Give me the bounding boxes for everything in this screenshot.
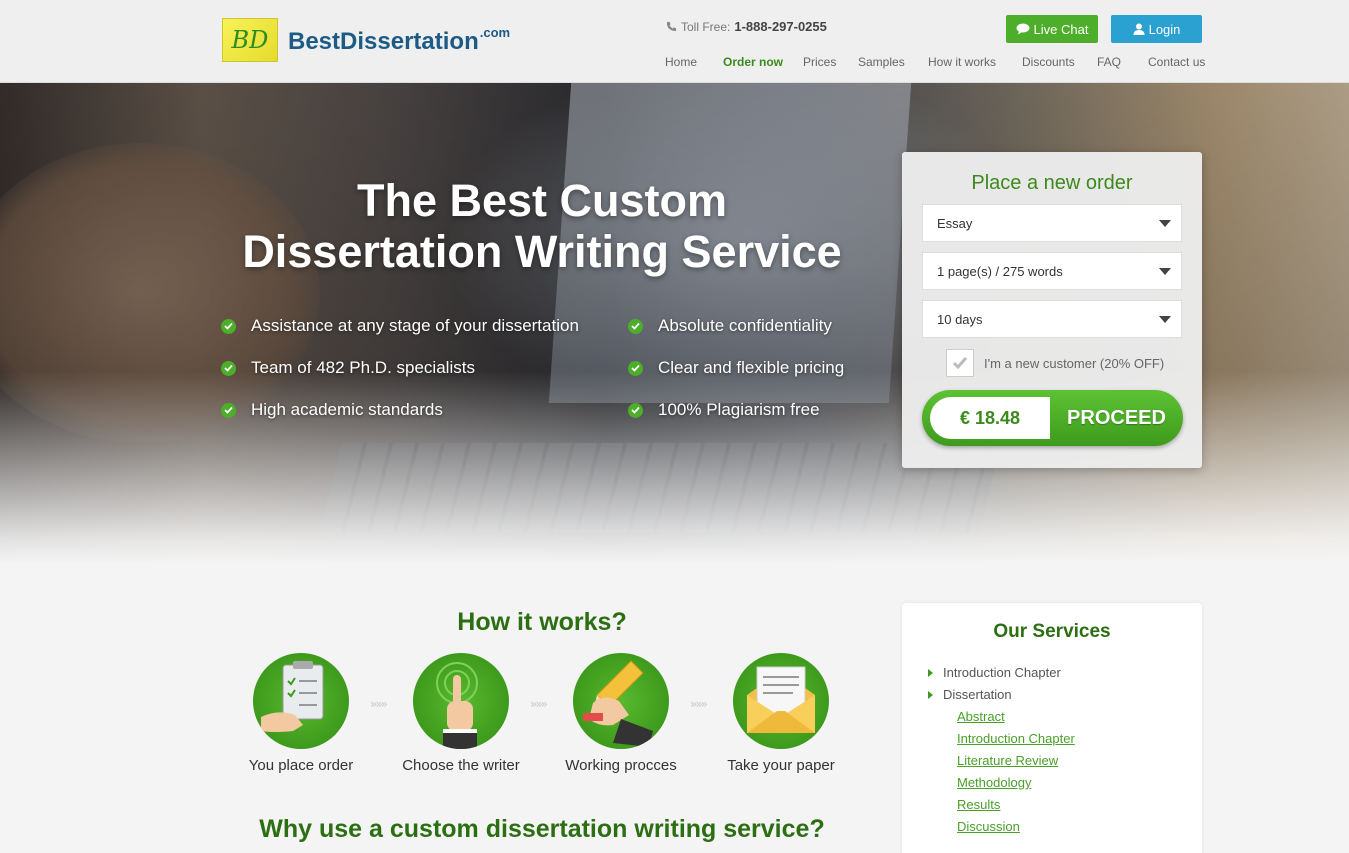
nav-prices[interactable]: Prices <box>803 55 836 69</box>
user-icon <box>1133 23 1145 35</box>
chevron-down-icon <box>1159 220 1171 227</box>
pages-value: 1 page(s) / 275 words <box>937 263 1063 279</box>
service-sublink[interactable]: Methodology <box>957 775 1031 790</box>
feature-text: Team of 482 Ph.D. specialists <box>251 358 475 377</box>
proceed-button[interactable]: € 18.48 PROCEED <box>922 390 1183 446</box>
step-arrow-icon: »»» <box>370 697 388 711</box>
toll-free: Toll Free: 1-888-297-0255 <box>666 19 827 34</box>
check-icon <box>221 318 236 334</box>
service-sublink[interactable]: Discussion <box>957 819 1020 834</box>
feature-item: High academic standards <box>221 400 443 420</box>
why-use-title: Why use a custom dissertation writing se… <box>259 815 825 843</box>
toll-free-label: Toll Free: <box>681 19 731 34</box>
service-sublink[interactable]: Literature Review <box>957 753 1058 768</box>
service-sublink[interactable]: Introduction Chapter <box>957 731 1075 746</box>
order-form-title: Place a new order <box>971 172 1133 194</box>
step-choose-writer: Choose the writer <box>391 653 531 774</box>
service-label: Dissertation <box>943 687 1012 702</box>
login-label: Login <box>1148 21 1181 37</box>
service-label: Introduction Chapter <box>943 665 1061 680</box>
paper-type-select[interactable]: Essay <box>922 204 1182 242</box>
logo-tld: .com <box>479 24 511 40</box>
feature-text: 100% Plagiarism free <box>658 400 820 419</box>
live-chat-label: Live Chat <box>1033 21 1089 37</box>
step-arrow-icon: »»» <box>530 697 548 711</box>
feature-item: 100% Plagiarism free <box>628 400 820 420</box>
deadline-value: 10 days <box>937 311 983 327</box>
feature-item: Absolute confidentiality <box>628 316 832 336</box>
new-customer-label: I'm a new customer (20% OFF) <box>984 355 1165 371</box>
how-it-works-title: How it works? <box>457 608 627 636</box>
check-icon <box>628 318 643 334</box>
feature-text: Assistance at any stage of your disserta… <box>251 316 579 335</box>
nav-how-it-works[interactable]: How it works <box>928 55 996 69</box>
hero-title: The Best Custom Dissertation Writing Ser… <box>200 175 884 277</box>
step-arrow-icon: »»» <box>690 697 708 711</box>
envelope-icon <box>733 653 829 749</box>
chevron-down-icon <box>1159 316 1171 323</box>
feature-list: Assistance at any stage of your disserta… <box>221 316 881 436</box>
step-label: Working procces <box>565 757 677 774</box>
deadline-select[interactable]: 10 days <box>922 300 1182 338</box>
logo-name: BestDissertation.com <box>288 25 510 56</box>
main-nav: Home Order now Prices Samples How it wor… <box>0 55 1349 71</box>
paper-type-value: Essay <box>937 215 973 231</box>
nav-faq[interactable]: FAQ <box>1097 55 1121 69</box>
proceed-label: PROCEED <box>1067 406 1166 429</box>
phone-icon <box>666 21 677 32</box>
login-button[interactable]: Login <box>1111 15 1202 43</box>
step-label: You place order <box>248 757 354 774</box>
our-services-panel: Our Services Introduction Chapter Disser… <box>902 603 1202 853</box>
caret-right-icon <box>928 690 933 699</box>
step-label: Take your paper <box>727 757 835 774</box>
logo-name-text: BestDissertation <box>288 27 479 55</box>
feature-text: Clear and flexible pricing <box>658 358 845 377</box>
service-item[interactable]: Dissertation <box>928 687 1012 702</box>
pencil-hand-icon <box>573 653 669 749</box>
step-label: Choose the writer <box>402 757 520 774</box>
new-customer-checkbox[interactable] <box>946 349 974 377</box>
checkmark-icon <box>952 357 968 370</box>
nav-contact-us[interactable]: Contact us <box>1148 55 1205 69</box>
new-customer-option: I'm a new customer (20% OFF) <box>946 349 1164 377</box>
nav-home[interactable]: Home <box>665 55 697 69</box>
check-icon <box>221 402 236 418</box>
feature-text: Absolute confidentiality <box>658 316 832 335</box>
service-sublink[interactable]: Results <box>957 797 1000 812</box>
toll-free-number[interactable]: 1-888-297-0255 <box>734 19 827 34</box>
check-icon <box>221 360 236 376</box>
pages-select[interactable]: 1 page(s) / 275 words <box>922 252 1182 290</box>
check-icon <box>628 360 643 376</box>
clipboard-icon <box>253 653 349 749</box>
pointing-hand-icon <box>413 653 509 749</box>
caret-right-icon <box>928 668 933 677</box>
feature-item: Team of 482 Ph.D. specialists <box>221 358 475 378</box>
service-item[interactable]: Introduction Chapter <box>928 665 1061 680</box>
nav-order-now[interactable]: Order now <box>723 55 783 69</box>
step-take-paper: Take your paper <box>711 653 851 774</box>
nav-discounts[interactable]: Discounts <box>1022 55 1075 69</box>
feature-item: Clear and flexible pricing <box>628 358 844 378</box>
live-chat-button[interactable]: Live Chat <box>1006 15 1098 43</box>
hero-title-line1: The Best Custom <box>356 175 728 226</box>
step-working-process: Working procces <box>551 653 691 774</box>
check-icon <box>628 402 643 418</box>
feature-text: High academic standards <box>251 400 443 419</box>
chat-bubble-icon <box>1016 23 1030 35</box>
order-form: Place a new order Essay 1 page(s) / 275 … <box>902 152 1202 468</box>
services-title: Our Services <box>993 621 1111 642</box>
step-place-order: You place order <box>231 653 371 774</box>
order-price: € 18.48 <box>930 397 1050 439</box>
site-header: BD BestDissertation.com Toll Free: 1-888… <box>0 0 1349 83</box>
hero-title-line2: Dissertation Writing Service <box>242 226 842 277</box>
service-sublink[interactable]: Abstract <box>957 709 1005 724</box>
chevron-down-icon <box>1159 268 1171 275</box>
feature-item: Assistance at any stage of your disserta… <box>221 316 579 336</box>
nav-samples[interactable]: Samples <box>858 55 905 69</box>
